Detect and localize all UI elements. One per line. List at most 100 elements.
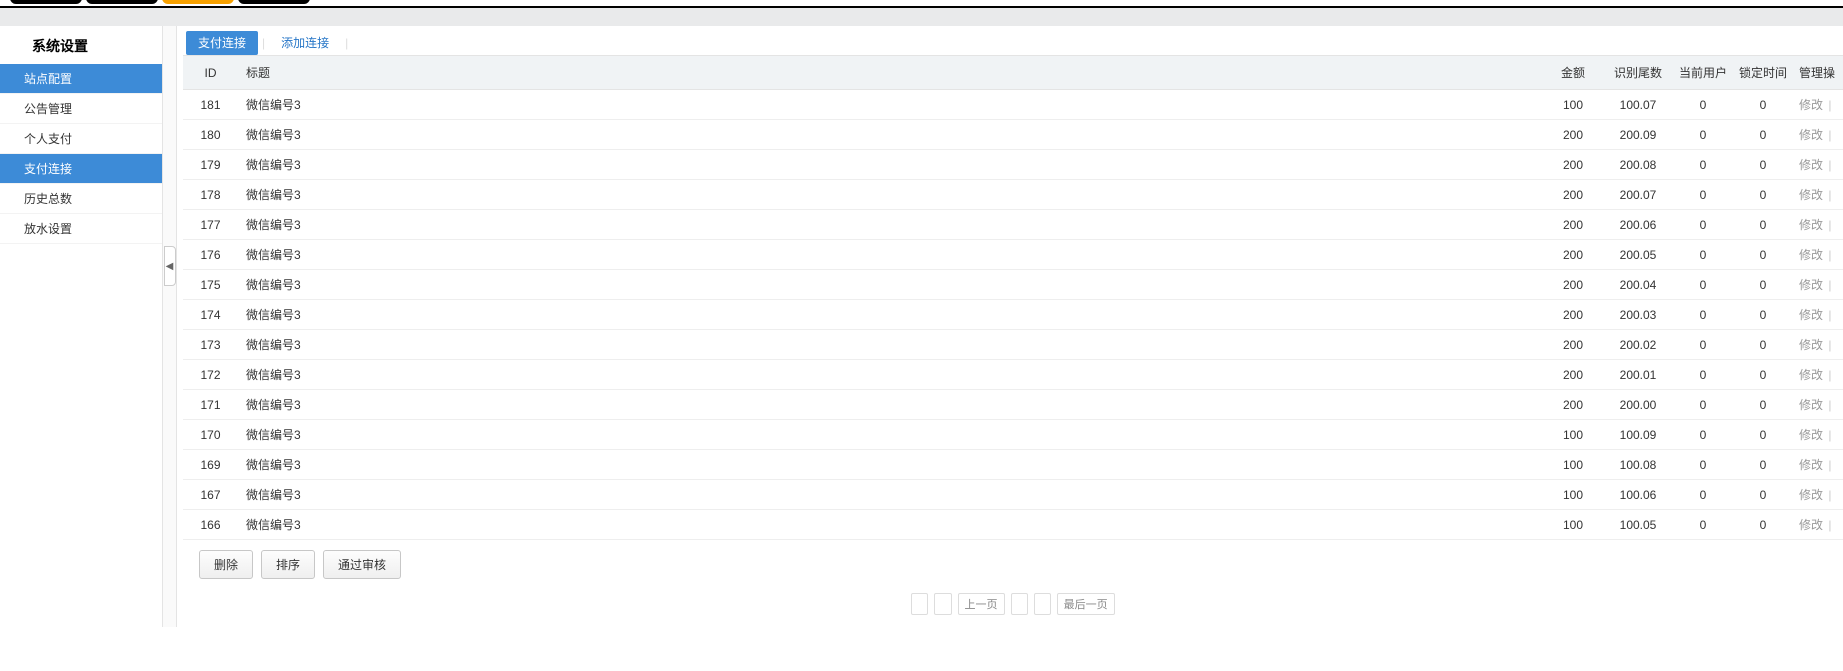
cell-amount: 100 — [1543, 450, 1603, 480]
sidebar-item[interactable]: 公告管理 — [0, 94, 162, 124]
sidebar-item[interactable]: 放水设置 — [0, 214, 162, 244]
top-tab[interactable] — [10, 0, 82, 4]
cell-lock: 0 — [1733, 270, 1793, 300]
th-tail: 识别尾数 — [1603, 56, 1673, 90]
edit-link[interactable]: 修改 — [1799, 308, 1823, 322]
cell-id: 166 — [183, 510, 238, 540]
sidebar-item[interactable]: 站点配置 — [0, 64, 162, 94]
cell-tail: 100.07 — [1603, 90, 1673, 120]
cell-user: 0 — [1673, 240, 1733, 270]
edit-link[interactable]: 修改 — [1799, 458, 1823, 472]
cell-id: 176 — [183, 240, 238, 270]
cell-amount: 200 — [1543, 270, 1603, 300]
op-separator: | — [1823, 278, 1833, 292]
sidebar-item[interactable]: 历史总数 — [0, 184, 162, 214]
edit-link[interactable]: 修改 — [1799, 488, 1823, 502]
edit-link[interactable]: 修改 — [1799, 428, 1823, 442]
edit-link[interactable]: 修改 — [1799, 518, 1823, 532]
edit-link[interactable]: 修改 — [1799, 158, 1823, 172]
table-row: 175微信编号3200200.0400修改 | — [183, 270, 1843, 300]
sidebar-item-label: 站点配置 — [24, 72, 72, 86]
sidebar-item-label: 支付连接 — [24, 162, 72, 176]
approve-button[interactable]: 通过审核 — [323, 550, 401, 579]
top-tab[interactable] — [238, 0, 310, 4]
op-separator: | — [1823, 488, 1833, 502]
sidebar-item[interactable]: 支付连接 — [0, 154, 162, 184]
cell-user: 0 — [1673, 300, 1733, 330]
pager-item[interactable] — [911, 593, 928, 615]
edit-link[interactable]: 修改 — [1799, 338, 1823, 352]
op-separator: | — [1823, 158, 1833, 172]
cell-amount: 100 — [1543, 480, 1603, 510]
th-lock: 锁定时间 — [1733, 56, 1793, 90]
cell-tail: 200.09 — [1603, 120, 1673, 150]
cell-tail: 100.05 — [1603, 510, 1673, 540]
cell-title: 微信编号3 — [238, 90, 1543, 120]
cell-amount: 200 — [1543, 210, 1603, 240]
cell-lock: 0 — [1733, 450, 1793, 480]
cell-tail: 200.08 — [1603, 150, 1673, 180]
table-row: 171微信编号3200200.0000修改 | — [183, 390, 1843, 420]
table-row: 169微信编号3100100.0800修改 | — [183, 450, 1843, 480]
pager-prev[interactable]: 上一页 — [958, 593, 1005, 615]
cell-amount: 200 — [1543, 300, 1603, 330]
cell-id: 172 — [183, 360, 238, 390]
cell-title: 微信编号3 — [238, 150, 1543, 180]
cell-amount: 200 — [1543, 120, 1603, 150]
table-header-row: ID 标题 金额 识别尾数 当前用户 锁定时间 管理操 — [183, 56, 1843, 90]
cell-id: 167 — [183, 480, 238, 510]
top-tab-active[interactable] — [162, 0, 234, 4]
cell-lock: 0 — [1733, 510, 1793, 540]
cell-ops: 修改 | — [1793, 240, 1843, 270]
top-tab[interactable] — [86, 0, 158, 4]
edit-link[interactable]: 修改 — [1799, 188, 1823, 202]
cell-user: 0 — [1673, 330, 1733, 360]
cell-lock: 0 — [1733, 330, 1793, 360]
edit-link[interactable]: 修改 — [1799, 248, 1823, 262]
cell-tail: 100.09 — [1603, 420, 1673, 450]
cell-title: 微信编号3 — [238, 420, 1543, 450]
collapse-arrow-icon[interactable]: ◀ — [164, 246, 176, 286]
cell-ops: 修改 | — [1793, 420, 1843, 450]
cell-id: 175 — [183, 270, 238, 300]
delete-button[interactable]: 删除 — [199, 550, 253, 579]
cell-user: 0 — [1673, 180, 1733, 210]
table-row: 172微信编号3200200.0100修改 | — [183, 360, 1843, 390]
cell-id: 169 — [183, 450, 238, 480]
cell-user: 0 — [1673, 390, 1733, 420]
edit-link[interactable]: 修改 — [1799, 398, 1823, 412]
cell-lock: 0 — [1733, 480, 1793, 510]
op-separator: | — [1823, 428, 1833, 442]
toolbar-strip — [0, 8, 1843, 26]
tab[interactable]: 添加连接 — [269, 31, 341, 55]
edit-link[interactable]: 修改 — [1799, 368, 1823, 382]
pager-item[interactable] — [1034, 593, 1051, 615]
th-user: 当前用户 — [1673, 56, 1733, 90]
cell-title: 微信编号3 — [238, 180, 1543, 210]
cell-title: 微信编号3 — [238, 300, 1543, 330]
edit-link[interactable]: 修改 — [1799, 218, 1823, 232]
th-id: ID — [183, 56, 238, 90]
edit-link[interactable]: 修改 — [1799, 128, 1823, 142]
th-title: 标题 — [238, 56, 1543, 90]
pager-next[interactable]: 最后一页 — [1057, 593, 1115, 615]
pager-item[interactable] — [934, 593, 951, 615]
cell-user: 0 — [1673, 420, 1733, 450]
pager-item[interactable] — [1011, 593, 1028, 615]
sort-button[interactable]: 排序 — [261, 550, 315, 579]
cell-title: 微信编号3 — [238, 450, 1543, 480]
cell-ops: 修改 | — [1793, 180, 1843, 210]
table-row: 170微信编号3100100.0900修改 | — [183, 420, 1843, 450]
th-ops: 管理操 — [1793, 56, 1843, 90]
cell-user: 0 — [1673, 450, 1733, 480]
cell-tail: 200.01 — [1603, 360, 1673, 390]
cell-lock: 0 — [1733, 240, 1793, 270]
tab-active[interactable]: 支付连接 — [186, 31, 258, 55]
edit-link[interactable]: 修改 — [1799, 98, 1823, 112]
op-separator: | — [1823, 458, 1833, 472]
sidebar-item[interactable]: 个人支付 — [0, 124, 162, 154]
cell-amount: 200 — [1543, 360, 1603, 390]
edit-link[interactable]: 修改 — [1799, 278, 1823, 292]
cell-lock: 0 — [1733, 180, 1793, 210]
cell-lock: 0 — [1733, 150, 1793, 180]
